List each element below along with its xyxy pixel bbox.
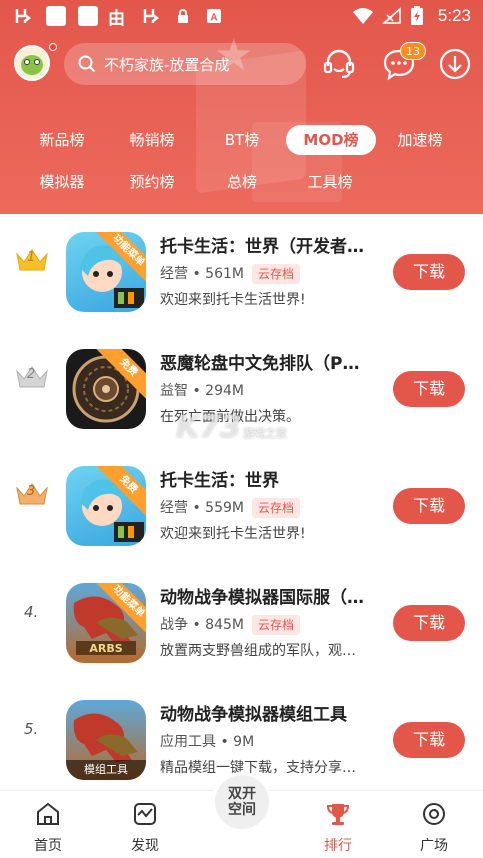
app-meta: 益智 • 294M <box>160 383 244 399</box>
avatar-eye <box>34 59 40 65</box>
app-category: 应用工具 <box>160 734 216 750</box>
nav-discover[interactable]: 发现 <box>105 791 185 858</box>
app-category: 益智 <box>160 383 188 399</box>
tab-bt[interactable]: BT榜 <box>206 125 278 155</box>
cloud-save-tag: 云存档 <box>251 264 300 284</box>
app-icon[interactable]: 功能菜单 <box>66 232 146 312</box>
download-manager-icon[interactable] <box>437 46 473 82</box>
status-app-icon <box>78 6 98 26</box>
app-description: 欢迎来到托卡生活世界! <box>160 526 306 542</box>
message-badge: 13 <box>400 42 426 60</box>
discover-icon <box>134 803 156 825</box>
avatar-eye <box>24 59 30 65</box>
svg-text:A: A <box>210 13 217 24</box>
app-description: 放置两支野兽组成的军队，观… <box>160 643 356 659</box>
app-description: 在死亡面前做出决策。 <box>160 409 300 425</box>
tab-overall[interactable]: 总榜 <box>206 167 278 197</box>
app-title[interactable]: 恶魔轮盘中文免排队（P… <box>160 349 385 374</box>
download-button[interactable]: 下载 <box>393 488 465 524</box>
list-item[interactable]: 2 免费 恶魔轮盘中文免排队（P… 益智 • 294M 在死亡面前做出决策。 下… <box>0 331 483 448</box>
app-title[interactable]: 托卡生活：世界 <box>160 466 385 491</box>
app-size: 561M <box>205 266 244 282</box>
search-bar[interactable]: 不朽家族-放置合成 <box>64 43 306 85</box>
app-meta: 应用工具 • 9M <box>160 734 255 750</box>
nav-home[interactable]: 首页 <box>8 791 88 858</box>
app-title[interactable]: 动物战争模拟器国际服（… <box>160 583 385 608</box>
tab-accelerate[interactable]: 加速榜 <box>384 125 456 155</box>
status-notification-icon <box>14 7 34 25</box>
cloud-save-tag: 云存档 <box>251 615 300 635</box>
download-button[interactable]: 下载 <box>393 254 465 290</box>
svg-text:ARBS: ARBS <box>89 642 122 655</box>
nav-home-label: 首页 <box>34 838 62 854</box>
customer-service-icon[interactable] <box>321 46 357 82</box>
list-item[interactable]: 3 免费 托卡生活：世界 经营 • 559M 云存档 欢迎来到托卡生活世界! 下载 <box>0 448 483 565</box>
mod-tool-label: 模组工具 <box>66 760 146 780</box>
status-app-icon: A <box>206 7 222 25</box>
avatar-face <box>21 55 43 75</box>
app-icon[interactable]: 免费 <box>66 466 146 546</box>
nav-discover-label: 发现 <box>131 838 159 854</box>
app-meta: 经营 • 561M 云存档 <box>160 263 300 284</box>
app-category: 战争 <box>160 617 188 633</box>
app-root: ★ 由 A 5:23 不朽家族-放置合成 13 新品榜 畅销榜 BT榜 MOD榜… <box>0 0 483 858</box>
app-description: 精品模组一键下载，支持分享… <box>160 760 356 776</box>
download-button[interactable]: 下载 <box>393 605 465 641</box>
app-icon[interactable]: 模组工具 <box>66 700 146 780</box>
search-icon <box>78 55 96 73</box>
app-category: 经营 <box>160 500 188 516</box>
dual-space-button[interactable]: 双开 空间 <box>212 772 272 832</box>
tab-new[interactable]: 新品榜 <box>26 125 98 155</box>
dual-space-label: 双开 空间 <box>228 786 256 818</box>
notification-dot <box>49 43 57 51</box>
app-icon[interactable]: ARBS 功能菜单 <box>66 583 146 663</box>
plaza-icon <box>423 803 445 825</box>
app-title[interactable]: 动物战争模拟器模组工具 <box>160 700 385 725</box>
nav-rank-label: 排行 <box>324 838 352 854</box>
app-size: 294M <box>205 383 244 399</box>
battery-icon <box>410 6 424 25</box>
nav-rank[interactable]: 排行 <box>298 791 378 858</box>
nav-plaza[interactable]: 广场 <box>394 791 474 858</box>
app-meta: 战争 • 845M 云存档 <box>160 614 300 635</box>
app-description: 欢迎来到托卡生活世界! <box>160 292 306 308</box>
trophy-icon <box>326 804 350 825</box>
home-icon <box>37 802 59 825</box>
nav-plaza-label: 广场 <box>420 838 448 854</box>
status-app-icon: 由 <box>108 8 125 29</box>
signal-icon <box>382 7 402 25</box>
app-size: 559M <box>205 500 244 516</box>
app-icon[interactable]: 免费 <box>66 349 146 429</box>
tab-mod[interactable]: MOD榜 <box>286 125 376 155</box>
search-placeholder: 不朽家族-放置合成 <box>104 55 230 74</box>
wifi-icon <box>352 7 374 25</box>
rank-number: 2 <box>27 367 36 382</box>
status-lock-icon <box>176 7 190 25</box>
tab-bestseller[interactable]: 畅销榜 <box>116 125 188 155</box>
app-meta: 经营 • 559M 云存档 <box>160 497 300 518</box>
status-bar: 由 A 5:23 <box>0 0 483 34</box>
app-title[interactable]: 托卡生活：世界（开发者… <box>160 232 385 257</box>
status-time: 5:23 <box>437 6 471 25</box>
list-item[interactable]: 4. ARBS 功能菜单 动物战争模拟器国际服（… 战争 • 845M 云存档 放… <box>0 565 483 682</box>
avatar[interactable] <box>14 45 50 81</box>
tab-emulator[interactable]: 模拟器 <box>26 167 98 197</box>
tab-tools[interactable]: 工具榜 <box>294 167 366 197</box>
header: ★ 由 A 5:23 不朽家族-放置合成 13 新品榜 畅销榜 BT榜 MOD榜… <box>0 0 483 214</box>
rank-number: 5. <box>24 720 39 738</box>
app-category: 经营 <box>160 266 188 282</box>
app-size: 9M <box>233 734 255 750</box>
rank-number: 3 <box>27 484 36 499</box>
status-app-icon <box>46 6 66 26</box>
download-button[interactable]: 下载 <box>393 371 465 407</box>
tab-reservation[interactable]: 预约榜 <box>116 167 188 197</box>
cloud-save-tag: 云存档 <box>251 498 300 518</box>
download-button[interactable]: 下载 <box>393 722 465 758</box>
list-item[interactable]: 1 功能菜单 托卡生活：世界（开发者… 经营 • 561M 云存档 欢迎来到托卡生… <box>0 214 483 331</box>
rank-number: 4. <box>24 603 39 621</box>
rank-number: 1 <box>27 250 36 265</box>
app-size: 845M <box>205 617 244 633</box>
status-notification-icon <box>142 7 162 25</box>
